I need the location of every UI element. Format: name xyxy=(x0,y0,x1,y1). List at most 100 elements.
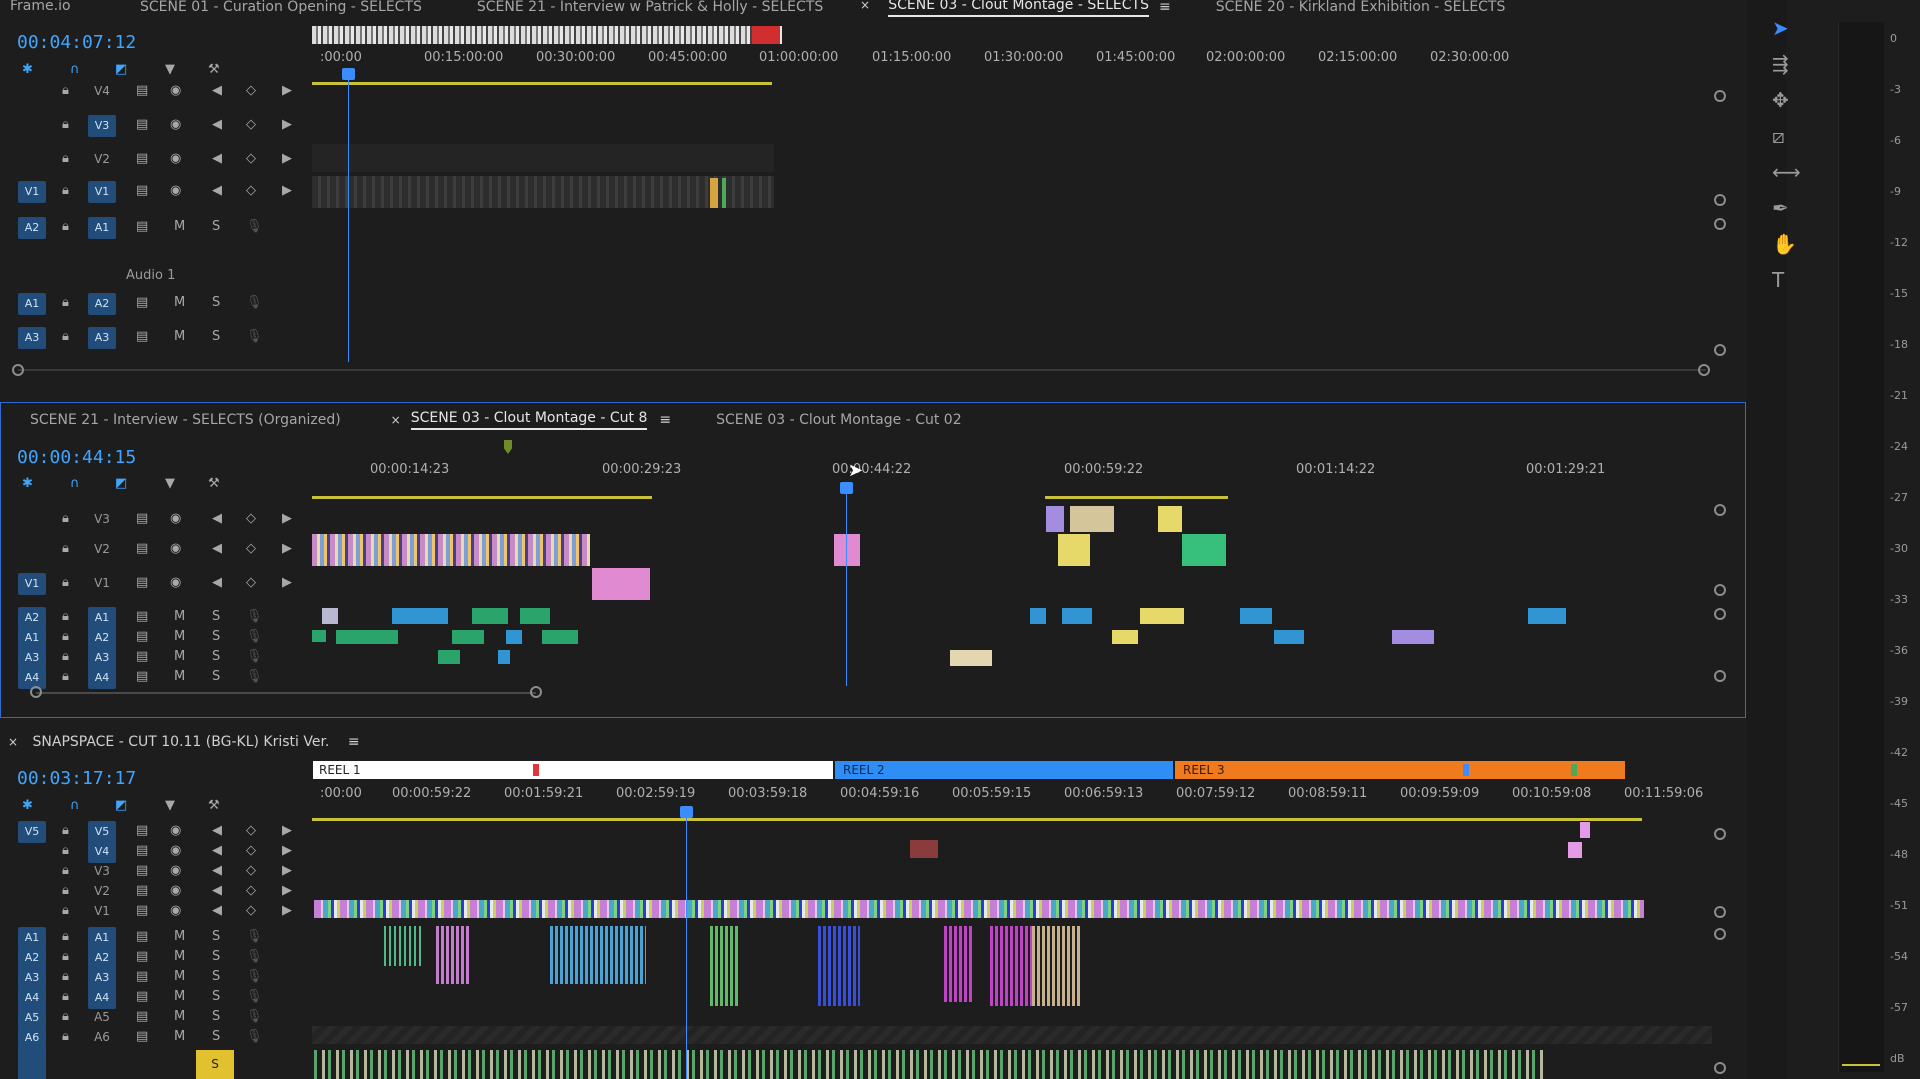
tab-cut8[interactable]: SCENE 03 - Clout Montage - Cut 8 xyxy=(410,410,648,430)
prev-keyframe-icon[interactable]: ◀ xyxy=(212,883,222,898)
voiceover-mic-icon[interactable]: 🎙︎ xyxy=(246,1009,263,1024)
bottom-audio-strip[interactable] xyxy=(314,1050,1544,1079)
nest-icon[interactable]: ✱ xyxy=(22,62,33,77)
next-keyframe-icon[interactable]: ▶ xyxy=(282,117,292,132)
keyframe-icon[interactable]: ◇ xyxy=(246,863,256,878)
sequence-tab[interactable]: × SNAPSPACE - CUT 10.11 (BG-KL) Kristi V… xyxy=(8,734,360,750)
playhead-timecode[interactable]: 00:04:07:12 xyxy=(17,32,136,53)
lock-icon[interactable]: 🔒︎ xyxy=(62,863,69,878)
wrench-icon[interactable]: ⚒ xyxy=(208,476,220,491)
tab-menu-icon[interactable]: ≡ xyxy=(348,734,360,750)
audio-clip[interactable] xyxy=(312,630,326,642)
v-scroll-handle[interactable] xyxy=(1714,584,1726,596)
razor-icon[interactable]: ⧄ xyxy=(1772,124,1785,148)
mute-button[interactable]: M xyxy=(174,295,185,310)
eye-icon[interactable]: ◉ xyxy=(170,883,181,898)
audio-clip[interactable] xyxy=(542,630,578,644)
lock-icon[interactable]: 🔒︎ xyxy=(62,903,69,918)
scroll-start-handle[interactable] xyxy=(12,364,24,376)
tab-snapspace[interactable]: SNAPSPACE - CUT 10.11 (BG-KL) Kristi Ver… xyxy=(33,734,330,750)
audio-block[interactable] xyxy=(384,926,424,966)
snap-icon[interactable]: ∩ xyxy=(70,798,80,813)
playhead-timecode[interactable]: 00:03:17:17 xyxy=(17,768,136,789)
solo-button[interactable]: S xyxy=(212,969,220,984)
target-patch[interactable]: V1 xyxy=(88,181,116,203)
eye-icon[interactable]: ◉ xyxy=(170,511,181,526)
playhead[interactable] xyxy=(846,486,847,686)
lock-icon[interactable]: 🔒︎ xyxy=(62,629,69,644)
tab-scene03[interactable]: SCENE 03 - Clout Montage - SELECTS xyxy=(888,0,1149,17)
sync-lock-icon[interactable]: ▤ xyxy=(136,669,148,684)
wrench-icon[interactable]: ⚒ xyxy=(208,798,220,813)
mute-button[interactable]: M xyxy=(174,609,185,624)
audio-clip-fx[interactable] xyxy=(1528,608,1566,624)
audio-clip-fx[interactable] xyxy=(1392,630,1434,644)
solo-button[interactable]: S xyxy=(212,949,220,964)
source-patch[interactable]: V1 xyxy=(18,573,46,595)
audio-clip[interactable] xyxy=(1030,608,1046,624)
audio-block[interactable] xyxy=(944,926,972,1002)
lock-icon[interactable]: 🔒︎ xyxy=(62,843,69,858)
keyframe-icon[interactable]: ◇ xyxy=(246,151,256,166)
solo-button[interactable]: S xyxy=(212,1029,220,1044)
audio-clip[interactable] xyxy=(322,608,338,624)
next-keyframe-icon[interactable]: ▶ xyxy=(282,843,292,858)
v-scroll-handle[interactable] xyxy=(1714,194,1726,206)
nest-icon[interactable]: ✱ xyxy=(22,798,33,813)
sync-lock-icon[interactable]: ▤ xyxy=(136,883,148,898)
audio-block[interactable] xyxy=(710,926,740,1006)
playhead-timecode[interactable]: 00:00:44:15 xyxy=(17,447,136,468)
v3-clip-tan[interactable] xyxy=(1070,506,1114,532)
voiceover-mic-icon[interactable]: 🎙︎ xyxy=(246,969,263,984)
mute-button[interactable]: M xyxy=(174,629,185,644)
linked-selection-icon[interactable]: ◩ xyxy=(115,798,127,813)
horizontal-scrollbar[interactable] xyxy=(36,692,536,694)
reel-2[interactable]: REEL 2 xyxy=(835,761,1173,779)
lock-icon[interactable]: 🔒︎ xyxy=(62,669,69,684)
lock-icon[interactable]: 🔒︎ xyxy=(62,151,69,166)
source-patch[interactable]: A2 xyxy=(18,217,46,239)
mute-button[interactable]: M xyxy=(174,969,185,984)
eye-icon[interactable]: ◉ xyxy=(170,183,181,198)
voiceover-mic-icon[interactable]: 🎙︎ xyxy=(246,329,263,344)
sync-lock-icon[interactable]: ▤ xyxy=(136,183,148,198)
v1-accent-clip-green[interactable] xyxy=(722,178,726,208)
v4-clip[interactable] xyxy=(910,840,938,858)
lock-icon[interactable]: 🔒︎ xyxy=(62,83,69,98)
time-ruler[interactable]: :00:00 00:15:00:00 00:30:00:00 00:45:00:00 0… xyxy=(312,50,1712,66)
target-patch[interactable]: A2 xyxy=(88,293,116,315)
sync-lock-icon[interactable]: ▤ xyxy=(136,969,148,984)
sync-lock-icon[interactable]: ▤ xyxy=(136,1009,148,1024)
audio-clip[interactable] xyxy=(472,608,508,624)
tab-menu-icon[interactable]: ≡ xyxy=(1159,0,1171,15)
linked-selection-icon[interactable]: ◩ xyxy=(115,62,127,77)
keyframe-icon[interactable]: ◇ xyxy=(246,83,256,98)
lock-icon[interactable]: 🔒︎ xyxy=(62,575,69,590)
target-patch[interactable]: A3 xyxy=(88,327,116,349)
lock-icon[interactable]: 🔒︎ xyxy=(62,295,69,310)
sync-lock-icon[interactable]: ▤ xyxy=(136,1029,148,1044)
a-scroll-handle[interactable] xyxy=(1714,1062,1726,1074)
time-ruler[interactable]: 00:00:14:23 00:00:29:23 00:00:44:22 00:00:5… xyxy=(312,462,1712,478)
voiceover-mic-icon[interactable]: 🎙︎ xyxy=(246,989,263,1004)
audio-clip[interactable] xyxy=(1112,630,1138,644)
v-scroll-handle[interactable] xyxy=(1714,828,1726,840)
v1-clip-strip[interactable] xyxy=(314,900,1644,918)
solo-button[interactable]: S xyxy=(212,329,220,344)
next-keyframe-icon[interactable]: ▶ xyxy=(282,511,292,526)
tab-menu-icon[interactable]: ≡ xyxy=(659,412,671,428)
tab-scene21-organized[interactable]: SCENE 21 - Interview - SELECTS (Organize… xyxy=(30,412,341,428)
voiceover-mic-icon[interactable]: 🎙︎ xyxy=(246,295,263,310)
sync-lock-icon[interactable]: ▤ xyxy=(136,949,148,964)
solo-button[interactable]: S xyxy=(212,609,220,624)
keyframe-icon[interactable]: ◇ xyxy=(246,843,256,858)
wrench-icon[interactable]: ⚒ xyxy=(208,62,220,77)
keyframe-icon[interactable]: ◇ xyxy=(246,117,256,132)
snap-icon[interactable]: ∩ xyxy=(70,476,80,491)
prev-keyframe-icon[interactable]: ◀ xyxy=(212,575,222,590)
sync-lock-icon[interactable]: ▤ xyxy=(136,117,148,132)
audio-clip[interactable] xyxy=(520,608,550,624)
prev-keyframe-icon[interactable]: ◀ xyxy=(212,823,222,838)
sync-lock-icon[interactable]: ▤ xyxy=(136,649,148,664)
a-scroll-handle[interactable] xyxy=(1714,608,1726,620)
